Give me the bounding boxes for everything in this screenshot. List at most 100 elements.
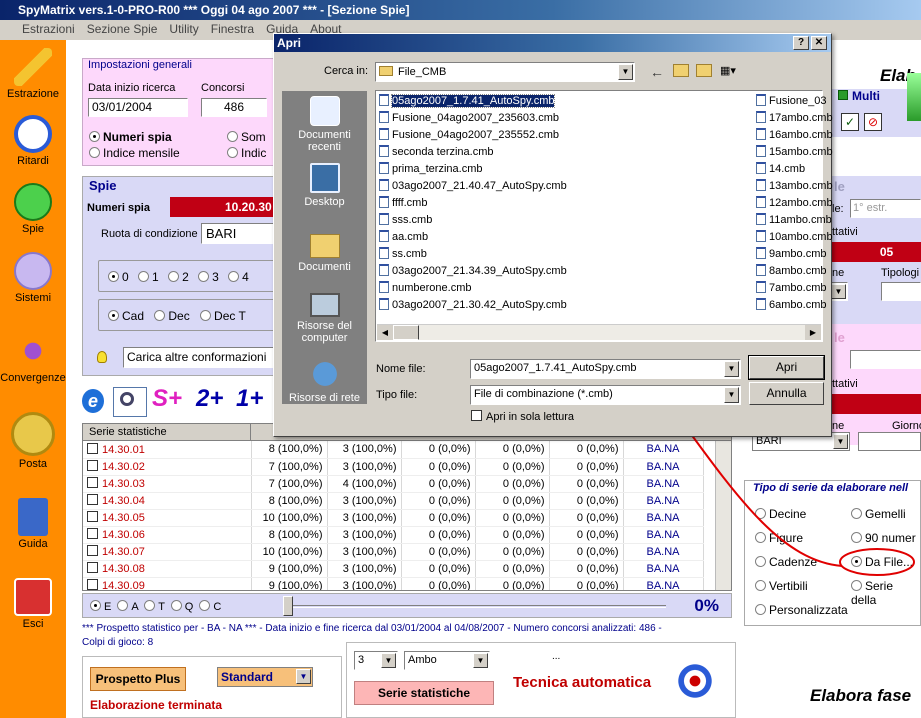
open-button[interactable]: Apri — [748, 355, 825, 380]
file-name: 6ambo.cmb — [769, 299, 827, 311]
file-item[interactable]: 15ambo.cmb — [754, 144, 833, 161]
file-item[interactable]: 05ago2007_1.7.41_AutoSpy.cmb — [377, 93, 567, 110]
readonly-checkbox[interactable]: Apri in sola lettura — [471, 410, 574, 423]
file-item[interactable]: 8ambo.cmb — [754, 263, 833, 280]
place-label: Risorse del computer — [296, 320, 353, 344]
folder-icon — [379, 66, 393, 76]
chevron-down-icon: ▼ — [724, 387, 739, 403]
new-folder-icon[interactable] — [696, 64, 712, 77]
place-label: Risorse di rete — [289, 392, 360, 404]
chevron-down-icon: ▼ — [618, 64, 633, 80]
file-name: Fusione_04ago2007_235603.cmb — [392, 112, 559, 124]
file-item[interactable]: sss.cmb — [377, 212, 567, 229]
view-menu-icon[interactable]: ▦▾ — [720, 64, 742, 78]
dialog-title: Apri — [277, 36, 301, 50]
file-icon — [379, 145, 389, 157]
file-item[interactable]: Fusione_03 — [754, 93, 833, 110]
file-icon — [756, 179, 766, 191]
scroll-right-icon[interactable]: ▶ — [805, 325, 821, 340]
file-item[interactable]: Fusione_04ago2007_235603.cmb — [377, 110, 567, 127]
file-icon — [379, 128, 389, 140]
file-item[interactable]: 7ambo.cmb — [754, 280, 833, 297]
file-name: ss.cmb — [392, 248, 427, 260]
file-item[interactable]: 16ambo.cmb — [754, 127, 833, 144]
tipo-file-label: Tipo file: — [376, 389, 418, 401]
readonly-label: Apri in sola lettura — [486, 411, 575, 423]
network-icon — [309, 359, 340, 389]
file-name: Fusione_04ago2007_235552.cmb — [392, 129, 559, 141]
file-icon — [756, 247, 766, 259]
file-icon — [756, 298, 766, 310]
file-item[interactable]: 03ago2007_21.40.47_AutoSpy.cmb — [377, 178, 567, 195]
file-icon — [379, 213, 389, 225]
file-item[interactable]: 17ambo.cmb — [754, 110, 833, 127]
file-list[interactable]: 05ago2007_1.7.41_AutoSpy.cmb Fusione_04ag… — [375, 90, 833, 342]
places-bar: Documenti recenti Desktop Documenti Riso… — [282, 91, 367, 404]
file-icon — [756, 128, 766, 140]
file-icon — [756, 145, 766, 157]
file-name: 7ambo.cmb — [769, 282, 827, 294]
file-item[interactable]: ffff.cmb — [377, 195, 567, 212]
scroll-thumb[interactable] — [393, 325, 419, 340]
close-button[interactable]: ✕ — [811, 36, 827, 50]
file-name: numberone.cmb — [392, 282, 472, 294]
file-icon — [756, 162, 766, 174]
nome-file-label: Nome file: — [376, 363, 426, 375]
file-name: 11ambo.cmb — [769, 214, 832, 226]
cancel-button[interactable]: Annulla — [749, 382, 824, 405]
help-button[interactable]: ? — [793, 36, 809, 50]
file-icon — [756, 230, 766, 242]
folder-dropdown[interactable]: File_CMB ▼ — [375, 62, 635, 82]
dialog-title-bar: Apri — [274, 34, 831, 52]
checkbox-box — [471, 410, 482, 421]
file-item[interactable]: 12ambo.cmb — [754, 195, 833, 212]
file-item[interactable]: aa.cmb — [377, 229, 567, 246]
file-item[interactable]: ss.cmb — [377, 246, 567, 263]
file-name: 10ambo.cmb — [769, 231, 833, 243]
file-item[interactable]: 14.cmb — [754, 161, 833, 178]
recent-documents-icon — [309, 96, 340, 126]
up-folder-icon[interactable] — [673, 64, 689, 77]
file-name: ffff.cmb — [392, 197, 428, 209]
cerca-in-label: Cerca in: — [324, 65, 369, 77]
file-name: 03ago2007_21.30.42_AutoSpy.cmb — [392, 299, 567, 311]
place-computer[interactable]: Risorse del computer — [282, 289, 367, 344]
file-item[interactable]: 03ago2007_21.34.39_AutoSpy.cmb — [377, 263, 567, 280]
tipo-file-select[interactable]: File di combinazione (*.cmb) ▼ — [470, 385, 741, 405]
file-icon — [379, 94, 389, 106]
place-desktop[interactable]: Desktop — [282, 163, 367, 208]
file-icon — [379, 298, 389, 310]
nome-file-input[interactable]: 05ago2007_1.7.41_AutoSpy.cmb ▼ — [470, 359, 741, 379]
file-icon — [379, 179, 389, 191]
file-item[interactable]: 9ambo.cmb — [754, 246, 833, 263]
file-item[interactable]: 03ago2007_21.30.42_AutoSpy.cmb — [377, 297, 567, 314]
file-item[interactable]: numberone.cmb — [377, 280, 567, 297]
file-name: 17ambo.cmb — [769, 112, 833, 124]
file-icon — [379, 247, 389, 259]
file-item[interactable]: Fusione_04ago2007_235552.cmb — [377, 127, 567, 144]
file-name: aa.cmb — [392, 231, 429, 243]
file-item[interactable]: 6ambo.cmb — [754, 297, 833, 314]
file-name: 03ago2007_21.34.39_AutoSpy.cmb — [392, 265, 567, 277]
place-network[interactable]: Risorse di rete — [282, 359, 367, 404]
file-item[interactable]: 10ambo.cmb — [754, 229, 833, 246]
place-documents[interactable]: Documenti — [282, 228, 367, 273]
file-item[interactable]: seconda terzina.cmb — [377, 144, 567, 161]
file-name: 16ambo.cmb — [769, 129, 833, 141]
file-icon — [756, 264, 766, 276]
file-name: 14.cmb — [769, 163, 806, 175]
scroll-left-icon[interactable]: ◀ — [377, 325, 393, 340]
file-item[interactable]: 11ambo.cmb — [754, 212, 833, 229]
file-item[interactable]: prima_terzina.cmb — [377, 161, 567, 178]
place-recent[interactable]: Documenti recenti — [282, 96, 367, 153]
horizontal-scrollbar[interactable]: ◀ ▶ — [377, 324, 821, 340]
file-icon — [756, 111, 766, 123]
nome-file-value: 05ago2007_1.7.41_AutoSpy.cmb — [474, 362, 637, 374]
open-file-dialog: Apri ? ✕ Cerca in: File_CMB ▼ ← ▦▾ Docume… — [273, 33, 833, 437]
folder-name: File_CMB — [398, 66, 447, 78]
file-item[interactable]: 13ambo.cmb — [754, 178, 833, 195]
back-icon[interactable]: ← — [650, 64, 664, 80]
file-name: 15ambo.cmb — [769, 146, 833, 158]
chevron-down-icon: ▼ — [724, 361, 739, 377]
file-column: Fusione_03 17ambo.cmb 16ambo.cmb 15ambo.cmb… — [754, 93, 833, 314]
